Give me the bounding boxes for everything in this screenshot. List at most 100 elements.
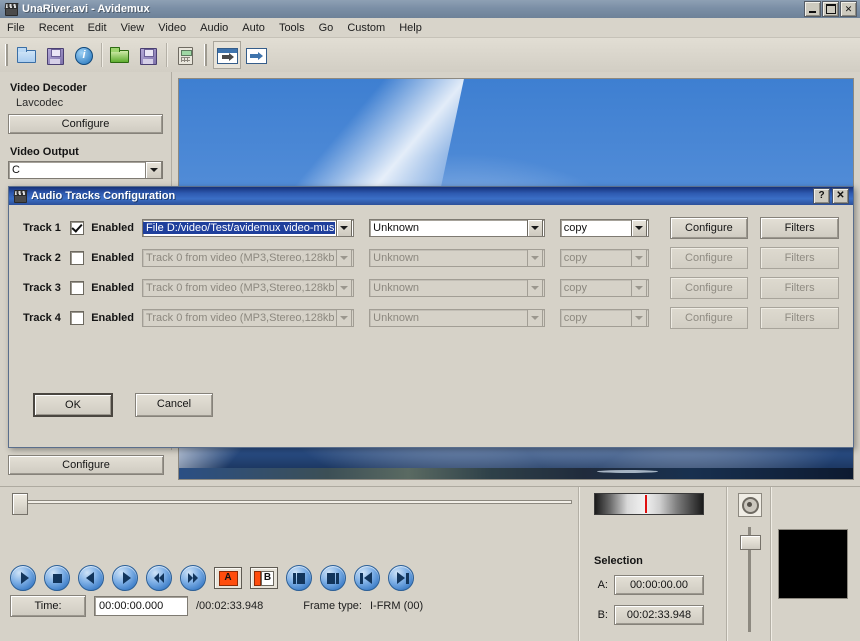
menu-help[interactable]: Help <box>392 20 429 36</box>
chevron-down-icon[interactable] <box>631 219 647 237</box>
video-output-combo[interactable]: C <box>8 161 163 179</box>
track-row: Track 2 Enabled Track 0 from video (MP3,… <box>23 247 839 269</box>
track-configure-button[interactable]: Configure <box>670 217 749 239</box>
volume-slider-thumb[interactable] <box>740 535 761 550</box>
next-keyframe-button[interactable] <box>388 565 414 591</box>
video-decoder-configure-button[interactable]: Configure <box>8 114 163 134</box>
video-decoder-title: Video Decoder <box>10 82 163 94</box>
film-navigator[interactable] <box>594 493 704 515</box>
video-output-configure-button[interactable]: Configure <box>8 455 164 475</box>
maximize-button[interactable] <box>822 1 839 17</box>
selection-a-label: A: <box>594 579 608 591</box>
track-language-value: Unknown <box>370 252 526 264</box>
menubar: File Recent Edit View Video Audio Auto T… <box>0 18 860 38</box>
video-output-configure-strip: Configure <box>0 450 172 486</box>
track-enabled-checkbox[interactable] <box>70 281 84 295</box>
dialog-close-button[interactable]: ✕ <box>832 188 849 204</box>
previous-keyframe-button[interactable] <box>354 565 380 591</box>
toolbar-grip-2[interactable] <box>204 44 207 66</box>
go-to-marker-b-button[interactable] <box>320 565 346 591</box>
dialog-title: Audio Tracks Configuration <box>31 190 175 202</box>
selection-a-value[interactable]: 00:00:00.00 <box>614 575 704 595</box>
track-source-combo[interactable]: File D:/video/Test/avidemux video-music/… <box>142 219 354 237</box>
time-label-button[interactable]: Time: <box>10 595 86 617</box>
export-icon[interactable] <box>243 42 269 68</box>
next-frame-button[interactable] <box>112 565 138 591</box>
menu-tools[interactable]: Tools <box>272 20 312 36</box>
track-language-combo: Unknown <box>369 249 545 267</box>
frame-type-label: Frame type: <box>303 600 362 612</box>
cancel-button[interactable]: Cancel <box>135 393 213 417</box>
ok-button[interactable]: OK <box>33 393 113 417</box>
file-info-icon[interactable]: i <box>70 42 96 68</box>
save-project-icon[interactable] <box>135 42 161 68</box>
marker-a-button[interactable]: A <box>214 567 242 589</box>
total-time-label: /00:02:33.948 <box>196 600 263 612</box>
dialog-help-button[interactable]: ? <box>813 188 830 204</box>
frame-type-value: I-FRM (00) <box>370 600 423 612</box>
menu-auto[interactable]: Auto <box>235 20 272 36</box>
track-label: Track 4 <box>23 312 63 324</box>
fast-forward-button[interactable] <box>180 565 206 591</box>
track-filters-button[interactable]: Filters <box>760 217 839 239</box>
track-codec-combo: copy <box>560 309 649 327</box>
track-enabled-label: Enabled <box>91 222 135 234</box>
menu-custom[interactable]: Custom <box>340 20 392 36</box>
chevron-down-icon <box>631 279 647 297</box>
menu-audio[interactable]: Audio <box>193 20 235 36</box>
chevron-down-icon <box>527 249 543 267</box>
time-input[interactable] <box>94 596 188 616</box>
bottom-panel: A B Time: /00:02:33.948 Frame type: I-FR… <box>0 486 860 641</box>
menu-video[interactable]: Video <box>151 20 193 36</box>
track-enabled-checkbox[interactable] <box>70 221 84 235</box>
track-language-combo[interactable]: Unknown <box>369 219 545 237</box>
chevron-down-icon <box>336 249 352 267</box>
track-enabled-checkbox[interactable] <box>70 311 84 325</box>
track-language-combo: Unknown <box>369 309 545 327</box>
track-source-value: File D:/video/Test/avidemux video-music/… <box>143 222 335 234</box>
speaker-icon[interactable] <box>738 493 762 517</box>
seek-slider[interactable] <box>6 493 576 511</box>
toolbar-grip[interactable] <box>5 44 8 66</box>
append-icon[interactable] <box>213 41 241 69</box>
go-to-marker-a-button[interactable] <box>286 565 312 591</box>
marker-b-label: B <box>261 571 274 586</box>
stop-button[interactable] <box>44 565 70 591</box>
track-codec-value: copy <box>561 252 630 264</box>
seek-track[interactable] <box>24 500 572 504</box>
menu-edit[interactable]: Edit <box>81 20 114 36</box>
seek-thumb[interactable] <box>12 493 28 515</box>
window-titlebar: UnaRiver.avi - Avidemux ✕ <box>0 0 860 18</box>
calculator-icon[interactable] <box>172 42 198 68</box>
menu-recent[interactable]: Recent <box>32 20 81 36</box>
menu-view[interactable]: View <box>114 20 152 36</box>
chevron-down-icon[interactable] <box>336 219 352 237</box>
chevron-down-icon <box>336 279 352 297</box>
track-enabled-label: Enabled <box>91 312 135 324</box>
video-output-title: Video Output <box>10 146 163 158</box>
track-enabled-checkbox[interactable] <box>70 251 84 265</box>
marker-a-label: A <box>219 571 238 586</box>
rewind-button[interactable] <box>146 565 172 591</box>
chevron-down-icon[interactable] <box>527 219 543 237</box>
menu-go[interactable]: Go <box>312 20 341 36</box>
marker-b-button[interactable]: B <box>250 567 278 589</box>
save-file-icon[interactable] <box>42 42 68 68</box>
panel-divider-1 <box>578 487 579 641</box>
close-button[interactable]: ✕ <box>840 1 857 17</box>
avidemux-window: UnaRiver.avi - Avidemux ✕ File Recent Ed… <box>0 0 860 640</box>
track-codec-combo[interactable]: copy <box>560 219 649 237</box>
chevron-down-icon[interactable] <box>145 161 162 179</box>
open-file-icon[interactable] <box>14 42 40 68</box>
open-project-icon[interactable] <box>107 42 133 68</box>
play-button[interactable] <box>10 565 36 591</box>
video-output-value: C <box>12 164 20 176</box>
menu-file[interactable]: File <box>0 20 32 36</box>
minimize-button[interactable] <box>804 1 821 17</box>
toolbar-separator <box>101 43 102 67</box>
selection-b-value[interactable]: 00:02:33.948 <box>614 605 704 625</box>
previous-frame-button[interactable] <box>78 565 104 591</box>
track-source-combo: Track 0 from video (MP3,Stereo,128kbps) <box>142 249 354 267</box>
dialog-body: Track 1 Enabled File D:/video/Test/avide… <box>9 205 853 329</box>
toolbar-separator-2 <box>166 43 167 67</box>
